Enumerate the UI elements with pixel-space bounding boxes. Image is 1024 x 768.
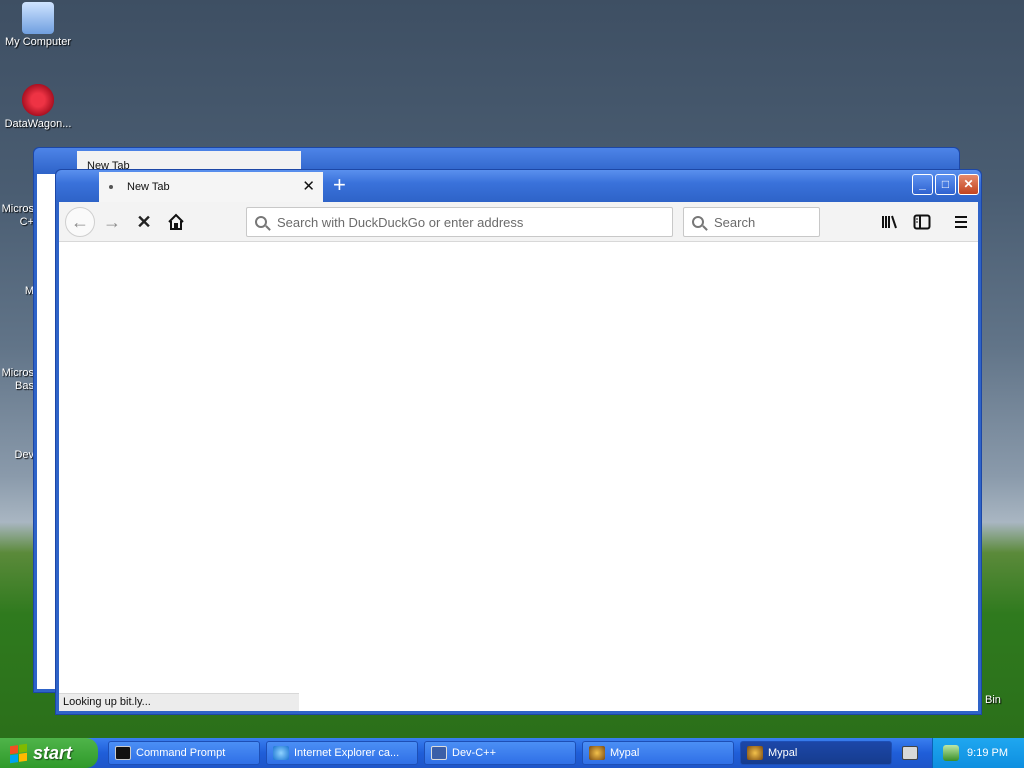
title-bar[interactable]: New Tab ✕ + _ □ ✕ (56, 170, 981, 202)
search-icon (255, 216, 267, 228)
menu-button[interactable] (946, 207, 976, 237)
arrow-left-icon: ← (71, 211, 89, 232)
taskbar-item-label: Command Prompt (136, 747, 226, 759)
desktop-icon-label-clipped[interactable]: Bas (0, 380, 34, 392)
new-tab-button[interactable]: + (333, 174, 346, 196)
status-bar: Looking up bit.ly... (59, 693, 299, 711)
taskbar-item-mypal-active[interactable]: Mypal (740, 741, 892, 765)
forward-button[interactable]: → (97, 207, 127, 237)
hamburger-menu-icon (955, 216, 967, 228)
taskbar-item-label: Mypal (610, 747, 640, 759)
start-button[interactable]: start (0, 738, 98, 768)
keyboard-language-icon[interactable] (902, 746, 918, 760)
address-bar[interactable]: Search with DuckDuckGo or enter address (246, 207, 673, 237)
search-bar[interactable]: Search (683, 207, 820, 237)
tab-loading-dot-icon (109, 185, 113, 189)
recycle-bin-label[interactable]: Bin (985, 694, 1001, 706)
search-icon (692, 216, 704, 228)
taskbar-item-label: Mypal (768, 747, 798, 759)
library-button[interactable] (875, 207, 905, 237)
home-icon (168, 213, 184, 230)
stop-x-icon: ✕ (136, 211, 152, 232)
taskbar-item-label: Internet Explorer ca... (294, 747, 400, 759)
minimize-button[interactable]: _ (912, 174, 933, 195)
arrow-right-icon: → (103, 211, 121, 232)
desktop-icon-label-clipped[interactable]: Dev (0, 449, 34, 461)
taskbar-item-internet-explorer[interactable]: Internet Explorer ca... (266, 741, 418, 765)
desktop-icon-label-clipped[interactable]: C+ (0, 216, 34, 228)
desktop-icon-label: DataWagon... (4, 118, 72, 130)
desktop-icon-label-clipped[interactable]: Micros (0, 203, 34, 215)
desktop-icon-datawagon[interactable]: DataWagon... (0, 84, 76, 130)
taskbar-item-dev-cpp[interactable]: Dev-C++ (424, 741, 576, 765)
internet-explorer-icon (273, 746, 289, 760)
tab-label: New Tab (127, 181, 170, 193)
back-button[interactable]: ← (65, 207, 95, 237)
desktop-icon-label-clipped[interactable]: M (0, 285, 34, 297)
desktop-icon-label: My Computer (4, 36, 72, 48)
desktop-icon-label-clipped[interactable]: Micros (0, 367, 34, 379)
clock[interactable]: 9:19 PM (967, 747, 1008, 759)
start-label: start (33, 742, 73, 763)
tab-new-tab[interactable]: New Tab ✕ (99, 172, 323, 202)
command-prompt-icon (115, 746, 131, 760)
sidebar-button[interactable] (907, 207, 937, 237)
tab-close-icon[interactable]: ✕ (302, 179, 315, 194)
desktop-icon-my-computer[interactable]: My Computer (0, 2, 76, 48)
maximize-button[interactable]: □ (935, 174, 956, 195)
taskbar: start Command Prompt Internet Explorer c… (0, 738, 1024, 768)
my-computer-icon (22, 2, 54, 34)
stop-button[interactable]: ✕ (129, 207, 159, 237)
taskbar-item-mypal[interactable]: Mypal (582, 741, 734, 765)
browser-window[interactable]: New Tab ✕ + _ □ ✕ ← → ✕ Search with Duck… (55, 169, 982, 715)
home-button[interactable] (161, 207, 191, 237)
dev-cpp-icon (431, 746, 447, 760)
search-bar-placeholder: Search (714, 214, 756, 230)
datawagon-icon (22, 84, 54, 116)
address-bar-placeholder: Search with DuckDuckGo or enter address (277, 214, 524, 230)
mypal-icon (747, 746, 763, 760)
navigation-toolbar: ← → ✕ Search with DuckDuckGo or enter ad… (59, 202, 978, 242)
network-icon[interactable] (943, 745, 959, 761)
taskbar-item-label: Dev-C++ (452, 747, 497, 759)
page-content[interactable]: Looking up bit.ly... (59, 242, 978, 711)
mypal-icon (589, 746, 605, 760)
library-icon (882, 215, 897, 229)
taskbar-item-command-prompt[interactable]: Command Prompt (108, 741, 260, 765)
sidebar-icon (913, 214, 931, 230)
close-button[interactable]: ✕ (958, 174, 979, 195)
windows-logo-icon (10, 743, 27, 763)
system-tray: 9:19 PM (932, 738, 1024, 768)
